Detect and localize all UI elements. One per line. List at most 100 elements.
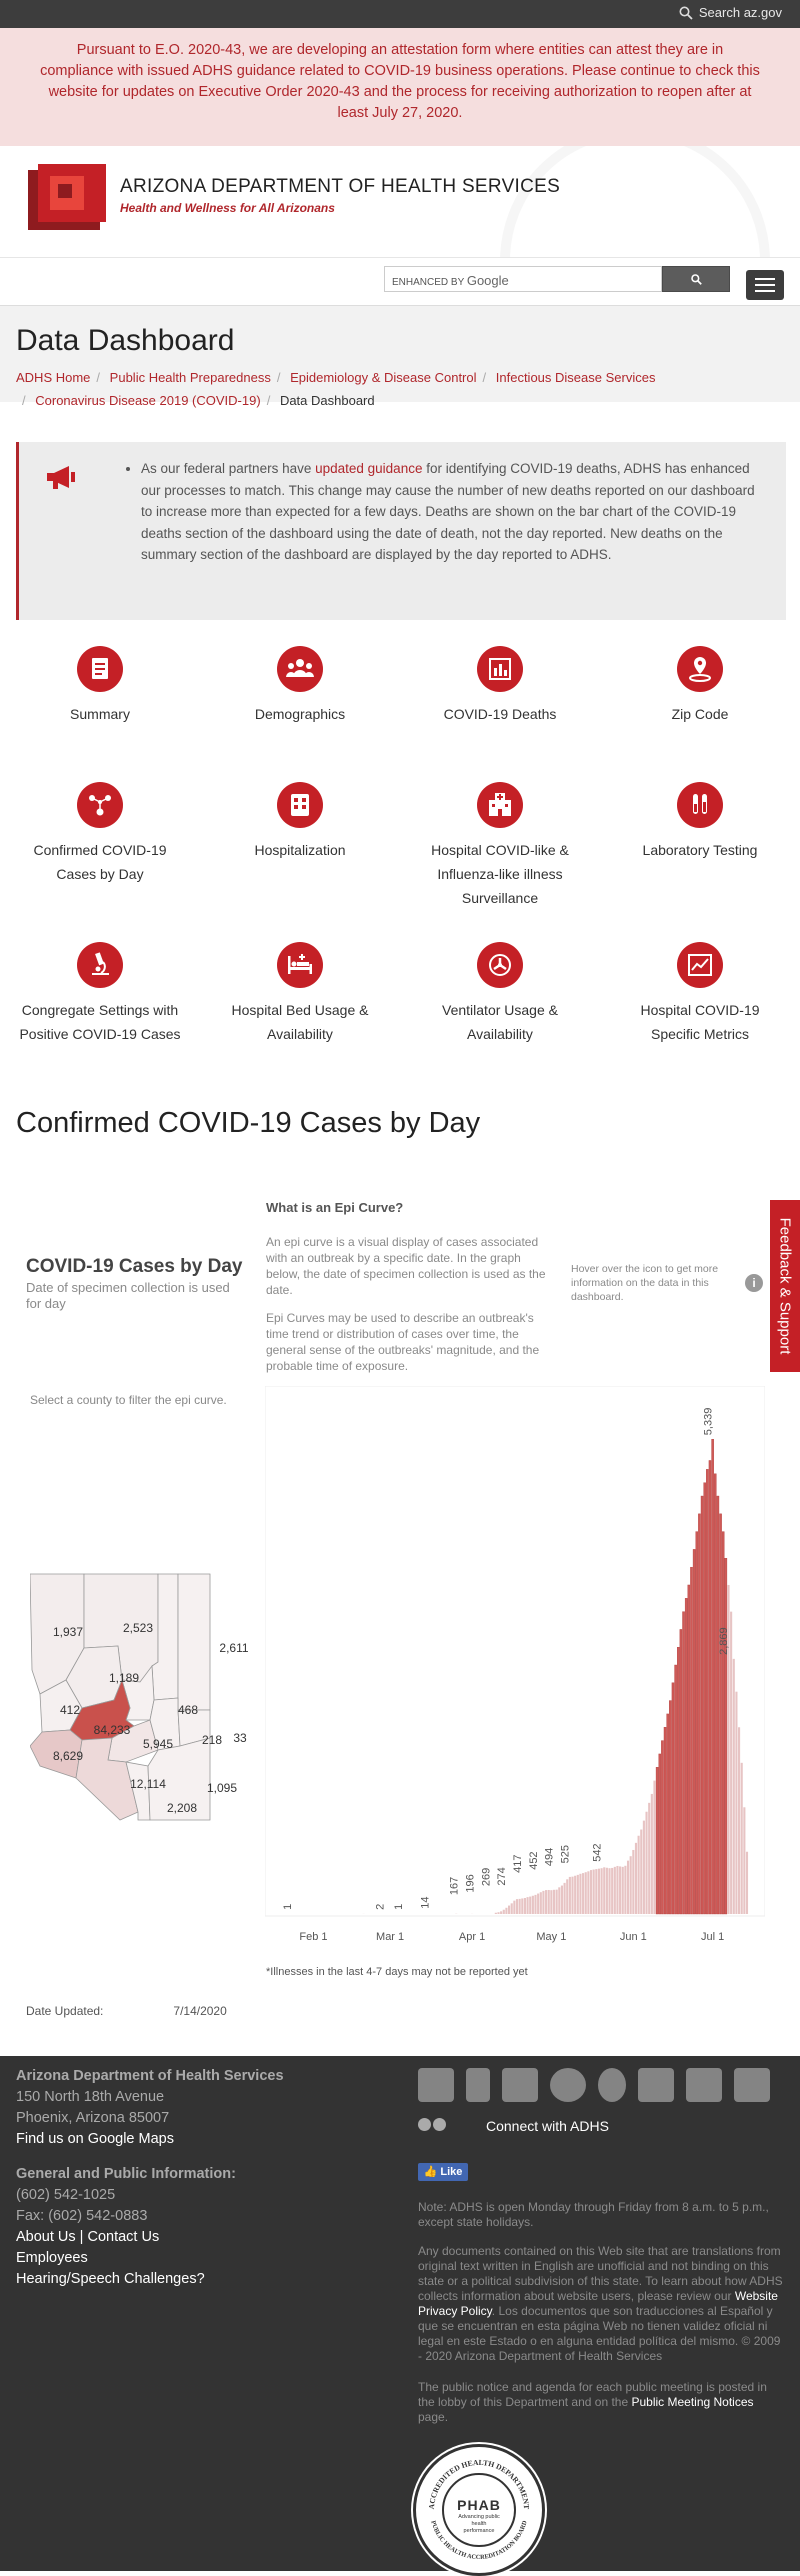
tile-hospitalization[interactable]: Hospitalization [200,782,400,862]
google-maps-link[interactable]: Find us on Google Maps [16,2131,174,2147]
epi-bar[interactable] [688,1585,690,1914]
epi-bar[interactable] [720,1514,722,1914]
epi-bar[interactable] [603,1867,605,1914]
epi-bar[interactable] [653,1781,655,1914]
epi-bar[interactable] [664,1727,666,1914]
epi-bar[interactable] [659,1754,661,1914]
epi-bar[interactable] [630,1856,632,1914]
epi-bar[interactable] [622,1867,624,1914]
info-icon[interactable]: i [745,1274,763,1292]
epi-bar[interactable] [632,1850,634,1914]
epi-bar[interactable] [624,1866,626,1914]
epi-bar[interactable] [508,1906,510,1914]
epi-bar[interactable] [746,1852,748,1914]
epi-bar[interactable] [627,1861,629,1914]
epi-bar[interactable] [669,1701,671,1914]
epi-bar[interactable] [735,1692,737,1914]
epi-bar[interactable] [661,1741,663,1914]
epi-bar[interactable] [571,1877,573,1914]
epi-bar[interactable] [595,1869,597,1914]
hamburger-menu-button[interactable] [746,270,784,300]
epi-bar[interactable] [521,1898,523,1914]
epi-bar[interactable] [701,1496,703,1914]
connect-with-adhs-link[interactable]: Connect with ADHS [418,2118,609,2134]
epi-bar[interactable] [519,1899,521,1914]
epi-bar[interactable] [524,1898,526,1914]
tile-hospital-covid-metrics[interactable]: Hospital COVID-19 Specific Metrics [600,942,800,1046]
epi-bar[interactable] [616,1866,618,1914]
epi-bar[interactable] [593,1870,595,1914]
email-icon[interactable] [734,2068,770,2102]
epi-bar[interactable] [500,1911,502,1914]
epi-bar[interactable] [698,1514,700,1914]
breadcrumb-epidemiology[interactable]: Epidemiology & Disease Control [290,370,476,385]
epi-bar[interactable] [505,1908,507,1914]
epi-bar[interactable] [645,1812,647,1914]
epi-bar[interactable] [733,1659,735,1914]
breadcrumb-adhs-home[interactable]: ADHS Home [16,370,90,385]
epi-bar[interactable] [540,1892,542,1914]
epi-bar[interactable] [611,1868,613,1914]
breadcrumb-infectious-disease[interactable]: Infectious Disease Services [496,370,656,385]
epi-bar[interactable] [685,1598,687,1914]
epi-bar[interactable] [513,1901,515,1914]
epi-bar[interactable] [529,1897,531,1914]
county-apache[interactable] [178,1574,210,1710]
epi-bar[interactable] [503,1910,505,1914]
epi-bar[interactable] [638,1836,640,1914]
pinterest-icon[interactable] [598,2068,626,2102]
epi-bar[interactable] [534,1895,536,1914]
epi-bar[interactable] [608,1868,610,1914]
epi-bar[interactable] [548,1890,550,1914]
epi-bar[interactable] [743,1807,745,1914]
tile-ili-surveillance[interactable]: Hospital COVID-like & Influenza-like ill… [400,782,600,910]
contact-us-link[interactable]: Contact Us [87,2229,159,2245]
tile-summary[interactable]: Summary [0,646,200,726]
instagram-icon[interactable] [638,2068,674,2102]
epi-bar[interactable] [682,1612,684,1914]
epi-bar[interactable] [640,1830,642,1914]
epi-bar[interactable] [587,1871,589,1914]
employees-link[interactable]: Employees [16,2250,88,2266]
epi-bar[interactable] [574,1876,576,1914]
epi-bar[interactable] [556,1890,558,1914]
epi-bar[interactable] [566,1879,568,1914]
epi-bar[interactable] [550,1890,552,1914]
epi-bar[interactable] [585,1872,587,1914]
epi-bar[interactable] [598,1869,600,1914]
tile-hospital-bed-usage[interactable]: Hospital Bed Usage & Availability [200,942,400,1046]
epi-bar[interactable] [643,1821,645,1914]
epi-bar[interactable] [561,1886,563,1914]
epi-bar[interactable] [680,1629,682,1914]
epi-bar[interactable] [693,1549,695,1914]
epi-bar[interactable] [706,1469,708,1914]
tile-confirmed-cases-by-day[interactable]: Confirmed COVID-19 Cases by Day [0,782,200,886]
search-button[interactable] [662,266,730,292]
epi-bar[interactable] [577,1875,579,1914]
epi-bar[interactable] [516,1899,518,1914]
epi-bar[interactable] [601,1868,603,1914]
epi-bar[interactable] [511,1903,513,1914]
epi-bar[interactable] [738,1727,740,1914]
tile-congregate-settings[interactable]: Congregate Settings with Positive COVID-… [0,942,200,1046]
arizona-county-map[interactable]: 1,937 2,523 2,611 1,189 412 468 84,233 5… [30,1570,260,1840]
epi-curve-explanation[interactable]: An epi curve is a visual display of case… [266,1234,556,1380]
epi-bar[interactable] [590,1870,592,1914]
epi-bar[interactable] [542,1891,544,1914]
site-search-input[interactable]: ENHANCED BY Google [384,266,662,292]
epi-bar[interactable] [497,1912,499,1914]
epi-bar[interactable] [667,1714,669,1914]
epi-bar[interactable] [635,1843,637,1914]
epi-bar[interactable] [677,1647,679,1914]
public-meeting-notices-link[interactable]: Public Meeting Notices [631,2395,753,2409]
epi-bar[interactable] [709,1460,711,1914]
agency-name[interactable]: ARIZONA DEPARTMENT OF HEALTH SERVICES [120,176,560,198]
epi-bar[interactable] [537,1894,539,1914]
facebook-icon[interactable] [466,2068,490,2102]
linkedin-icon[interactable] [686,2068,722,2102]
epi-bar[interactable] [741,1763,743,1914]
about-us-link[interactable]: About Us [16,2229,76,2245]
breadcrumb-covid-19[interactable]: Coronavirus Disease 2019 (COVID-19) [35,393,260,408]
epi-bar[interactable] [651,1794,653,1914]
epi-bar[interactable] [564,1883,566,1914]
